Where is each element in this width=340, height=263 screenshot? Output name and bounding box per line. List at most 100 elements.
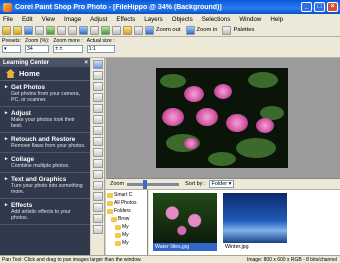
crop-icon[interactable] <box>90 25 99 35</box>
zoom-slider[interactable] <box>127 179 180 189</box>
menu-help[interactable]: Help <box>270 16 283 23</box>
tree-item[interactable]: All Photos <box>107 199 146 207</box>
menu-view[interactable]: View <box>42 16 55 23</box>
actual-size-button[interactable]: 1:1 <box>86 45 115 53</box>
lc-item-desc: Make your photos look their best. <box>11 117 75 129</box>
menu-selections[interactable]: Selections <box>202 16 231 23</box>
zoom-in-icon[interactable] <box>185 25 195 35</box>
rotate-icon[interactable] <box>134 25 143 35</box>
sort-label: Sort by : <box>185 181 206 187</box>
paint-brush-icon[interactable] <box>92 159 103 168</box>
lc-item-text-graphics[interactable]: Text and Graphics Turn your photo into s… <box>0 173 90 199</box>
lily-flower <box>184 138 198 149</box>
menu-objects[interactable]: Objects <box>172 16 193 23</box>
lc-item-desc: Turn your photo into something more. <box>11 183 83 195</box>
print-icon[interactable] <box>35 25 44 35</box>
menu-edit[interactable]: Edit <box>22 16 33 23</box>
resize-icon[interactable] <box>112 25 121 35</box>
image-workspace[interactable] <box>106 58 340 178</box>
save-icon[interactable] <box>24 25 33 35</box>
actual-size-group: Actual size : 1:1 <box>86 38 115 53</box>
window-title: Corel Paint Shop Pro Photo - [FileHippo … <box>15 3 222 11</box>
lc-item-get-photos[interactable]: Get Photos Get photos from your camera, … <box>0 81 90 107</box>
grid-icon[interactable] <box>222 25 232 35</box>
thumbnail-area: Water lilies.jpg Winter.jpg <box>149 190 340 256</box>
folder-icon <box>111 216 117 222</box>
tree-item[interactable]: Smart C <box>107 191 146 199</box>
presets-group: Presets: ▾ <box>2 38 22 53</box>
enhance-icon[interactable] <box>123 25 132 35</box>
maximize-button[interactable]: □ <box>314 2 325 12</box>
title-bar: Corel Paint Shop Pro Photo - [FileHippo … <box>0 0 340 14</box>
sort-dropdown[interactable]: Folder ▾ <box>208 180 235 188</box>
folder-icon <box>107 200 113 206</box>
palettes-button[interactable]: Palettes <box>233 27 254 33</box>
tree-item-label: Brow <box>118 216 130 222</box>
tree-item-label: Folders <box>114 208 131 214</box>
zoom-tool-icon[interactable] <box>92 71 103 80</box>
menu-adjust[interactable]: Adjust <box>90 16 107 23</box>
eyedropper-tool-icon[interactable] <box>92 104 103 113</box>
menu-effects[interactable]: Effects <box>116 16 135 23</box>
lc-item-title: Effects <box>5 202 86 209</box>
lc-item-retouch[interactable]: Retouch and Restore Remove flaws from yo… <box>0 133 90 153</box>
straighten-tool-icon[interactable] <box>92 126 103 135</box>
adjust-icon[interactable] <box>101 25 110 35</box>
browse-icon[interactable] <box>46 25 55 35</box>
learning-center-home[interactable]: Home <box>0 67 90 81</box>
water-lilies-image[interactable] <box>156 68 288 168</box>
folder-icon <box>115 232 121 238</box>
redo-icon[interactable] <box>68 25 77 35</box>
crop-tool-icon[interactable] <box>92 115 103 124</box>
presets-dropdown[interactable]: ▾ <box>2 45 22 53</box>
new-file-icon[interactable] <box>2 25 11 35</box>
pan-tool-icon[interactable] <box>92 60 103 69</box>
eraser-tool-icon[interactable] <box>92 170 103 179</box>
zoom-more-buttons[interactable]: ± ± <box>53 45 83 53</box>
thumbnail-winter[interactable]: Winter.jpg <box>223 193 287 251</box>
fill-tool-icon[interactable] <box>92 181 103 190</box>
menu-window[interactable]: Window <box>239 16 261 23</box>
folder-icon <box>107 192 113 198</box>
status-bar: Pan Tool: Click and drag to pan images l… <box>0 255 340 263</box>
tree-item[interactable]: Folders <box>107 207 146 215</box>
camera-icon[interactable] <box>79 25 88 35</box>
zoom-in-button[interactable]: Zoom in <box>197 27 218 33</box>
lily-pad <box>248 72 278 88</box>
menu-layers[interactable]: Layers <box>144 16 163 23</box>
lc-item-collage[interactable]: Collage Combine multiple photos. <box>0 153 90 173</box>
clone-brush-icon[interactable] <box>92 148 103 157</box>
actual-size-label: Actual size : <box>86 38 115 44</box>
lily-pad <box>160 74 186 88</box>
pick-tool-icon[interactable] <box>92 82 103 91</box>
lc-item-desc: Add artistic effects to your photos. <box>11 209 71 221</box>
tree-item[interactable]: Brow <box>107 215 146 223</box>
color-swatch-icon[interactable] <box>92 225 103 234</box>
menu-file[interactable]: File <box>3 16 13 23</box>
undo-icon[interactable] <box>57 25 66 35</box>
close-icon[interactable]: × <box>84 60 88 66</box>
red-eye-tool-icon[interactable] <box>92 137 103 146</box>
zoom-slider-handle[interactable] <box>142 179 147 189</box>
zoom-out-button[interactable]: Zoom out <box>156 27 181 33</box>
thumbnail-water-lilies[interactable]: Water lilies.jpg <box>153 193 217 251</box>
tree-item[interactable]: My <box>107 231 146 239</box>
tree-item[interactable]: My <box>107 239 146 247</box>
minimize-button[interactable]: _ <box>301 2 312 12</box>
zoom-pct-input[interactable]: 34 <box>25 45 50 53</box>
sort-value: Folder <box>211 181 228 187</box>
lc-item-effects[interactable]: Effects Add artistic effects to your pho… <box>0 199 90 225</box>
lc-item-adjust[interactable]: Adjust Make your photos look their best. <box>0 107 90 133</box>
close-button[interactable]: × <box>327 2 338 12</box>
menu-image[interactable]: Image <box>64 16 81 23</box>
selection-tool-icon[interactable] <box>92 93 103 102</box>
tree-item[interactable]: My <box>107 223 146 231</box>
zoom-out-icon[interactable] <box>145 25 154 35</box>
pen-tool-icon[interactable] <box>92 214 103 223</box>
zoom-pct-label: Zoom (%): <box>25 38 50 44</box>
tree-item-label: My <box>122 232 129 238</box>
open-folder-icon[interactable] <box>13 25 22 35</box>
shape-tool-icon[interactable] <box>92 203 103 212</box>
text-tool-icon[interactable] <box>92 192 103 201</box>
learning-center-palette: Learning Center × Home Get Photos Get ph… <box>0 58 90 255</box>
